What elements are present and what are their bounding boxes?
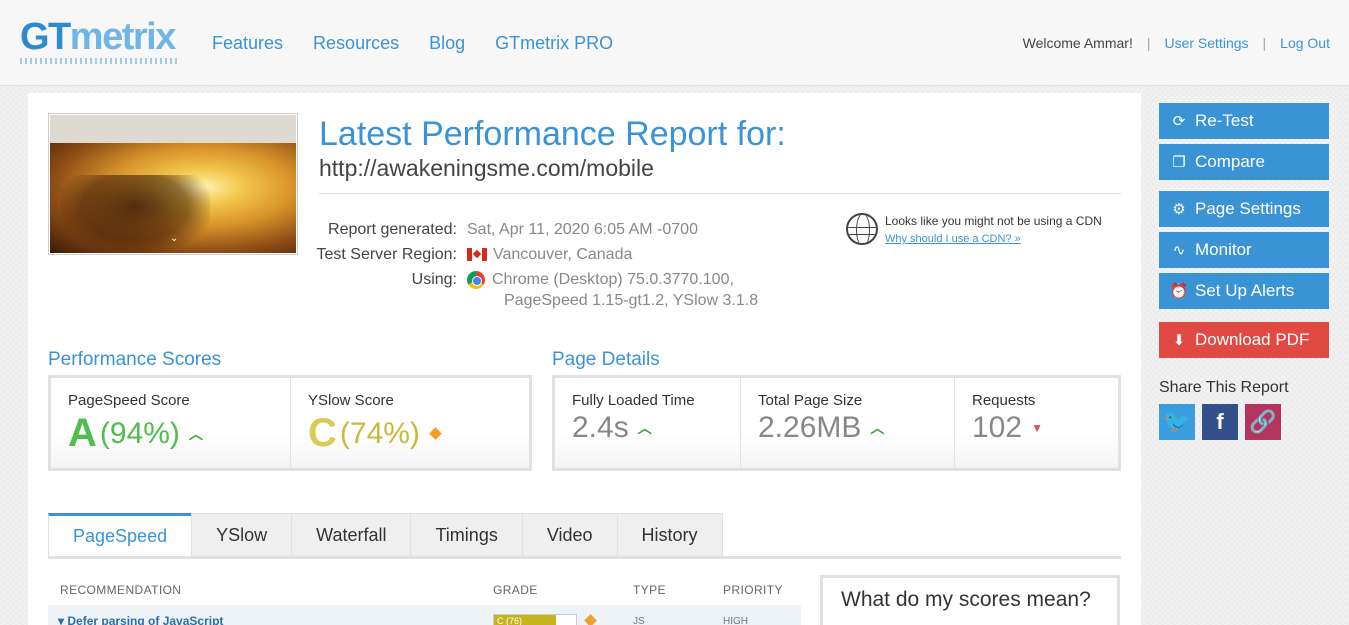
grade-fill: C (76) <box>494 615 557 625</box>
recommendation-name[interactable]: ▾ Defer parsing of JavaScript <box>58 614 223 625</box>
page-settings-button[interactable]: ⚙ Page Settings <box>1159 191 1329 227</box>
nav-features[interactable]: Features <box>212 33 283 54</box>
globe-icon <box>846 213 878 245</box>
generated-value: Sat, Apr 11, 2020 6:05 AM -0700 <box>467 220 698 238</box>
col-priority[interactable]: PRIORITY <box>723 583 783 597</box>
tab-timings[interactable]: Timings <box>410 513 523 557</box>
retest-button[interactable]: ⟳ Re-Test <box>1159 103 1329 139</box>
pdf-icon: ⬇ <box>1172 332 1186 349</box>
cdn-notice: Looks like you might not be using a CDN … <box>846 213 1102 248</box>
trend-down-icon: ▼ <box>1031 421 1043 435</box>
trend-up-icon: ︿ <box>637 420 652 436</box>
chrome-icon <box>467 270 485 289</box>
using-value: Chrome (Desktop) 75.0.3770.100, <box>492 270 734 288</box>
nav-resources[interactable]: Resources <box>313 33 399 54</box>
region-value: Vancouver, Canada <box>493 245 633 263</box>
performance-scores-heading: Performance Scores <box>48 349 222 370</box>
performance-scores-box: PageSpeed Score A (94%) ︿ YSlow Score C … <box>48 375 532 471</box>
report-meta: Report generated: Sat, Apr 11, 2020 6:05… <box>308 217 758 314</box>
report-tabs: PageSpeed YSlow Waterfall Timings Video … <box>48 513 723 557</box>
nav-blog[interactable]: Blog <box>429 33 465 54</box>
page-size-cell: Total Page Size 2.26MB ︿ <box>741 378 955 468</box>
scores-help-box: What do my scores mean? <box>820 575 1120 625</box>
page-size-value: 2.26MB <box>758 411 862 444</box>
separator: | <box>1146 35 1151 51</box>
requests-cell: Requests 102 ▼ <box>955 378 1118 468</box>
page-screenshot-thumbnail[interactable]: ⌄ <box>48 113 298 255</box>
set-up-alerts-button[interactable]: ⏰ Set Up Alerts <box>1159 273 1329 309</box>
yslow-score-label: YSlow Score <box>308 392 394 409</box>
separator: | <box>1262 35 1267 51</box>
scores-help-title: What do my scores mean? <box>841 588 1091 611</box>
pagespeed-percent: (94%) <box>99 416 180 450</box>
pulse-icon: ∿ <box>1172 242 1186 259</box>
fully-loaded-label: Fully Loaded Time <box>572 392 695 409</box>
gtmetrix-logo[interactable]: GTmetrix <box>20 16 176 59</box>
refresh-icon: ⟳ <box>1172 113 1186 130</box>
report-url: http://awakeningsme.com/mobile <box>319 155 654 181</box>
report-panel: ⌄ Latest Performance Report for: http://… <box>28 93 1141 625</box>
share-title: Share This Report <box>1159 379 1289 396</box>
col-recommendation[interactable]: RECOMMENDATION <box>60 583 181 597</box>
tab-history[interactable]: History <box>616 513 723 557</box>
chevron-down-icon: ⌄ <box>170 233 179 244</box>
top-navigation-bar: GTmetrix Features Resources Blog GTmetri… <box>0 0 1349 86</box>
trend-up-icon: ︿ <box>188 425 203 442</box>
twitter-icon[interactable]: 🐦 <box>1159 404 1195 440</box>
canada-flag-icon <box>467 248 487 261</box>
trend-up-icon: ︿ <box>870 420 885 436</box>
fully-loaded-cell: Fully Loaded Time 2.4s ︿ <box>555 378 741 468</box>
logo-ruler-decoration <box>20 58 180 64</box>
pagespeed-score-cell: PageSpeed Score A (94%) ︿ <box>51 378 291 468</box>
requests-label: Requests <box>972 392 1036 409</box>
documents-icon: ❐ <box>1172 154 1186 171</box>
compare-button[interactable]: ❐ Compare <box>1159 144 1329 180</box>
share-buttons: 🐦 f 🔗 <box>1159 404 1329 440</box>
download-pdf-button[interactable]: ⬇ Download PDF <box>1159 322 1329 358</box>
requests-value: 102 <box>972 411 1023 444</box>
pagespeed-score-label: PageSpeed Score <box>68 392 190 409</box>
page-details-heading: Page Details <box>552 349 660 370</box>
using-label: Using: <box>411 270 457 288</box>
table-row[interactable]: ▾ Defer parsing of JavaScript C (76) JS … <box>48 605 801 625</box>
tab-waterfall[interactable]: Waterfall <box>291 513 412 557</box>
tab-video[interactable]: Video <box>521 513 618 557</box>
using-value-line2: PageSpeed 1.15-gt1.2, YSlow 3.1.8 <box>504 292 759 309</box>
fully-loaded-value: 2.4s <box>572 411 629 444</box>
tab-yslow[interactable]: YSlow <box>191 513 293 557</box>
monitor-button[interactable]: ∿ Monitor <box>1159 232 1329 268</box>
yslow-percent: (74%) <box>339 416 420 450</box>
gear-icon: ⚙ <box>1172 201 1186 218</box>
tab-pagespeed[interactable]: PageSpeed <box>48 513 193 557</box>
col-grade[interactable]: GRADE <box>493 583 538 597</box>
cdn-help-link[interactable]: Why should I use a CDN? » <box>885 233 1021 245</box>
priority-value: HIGH <box>723 616 748 625</box>
type-value: JS <box>633 616 645 625</box>
cdn-message: Looks like you might not be using a CDN <box>885 214 1102 228</box>
col-type[interactable]: TYPE <box>633 583 666 597</box>
main-nav: Features Resources Blog GTmetrix PRO <box>212 33 613 54</box>
trend-neutral-icon <box>584 614 597 625</box>
yslow-score-cell: YSlow Score C (74%) <box>291 378 529 468</box>
page-details-box: Fully Loaded Time 2.4s ︿ Total Page Size … <box>552 375 1121 471</box>
facebook-icon[interactable]: f <box>1202 404 1238 440</box>
welcome-text: Welcome Ammar! <box>1022 35 1133 51</box>
log-out-link[interactable]: Log Out <box>1280 35 1330 51</box>
nav-gtmetrix-pro[interactable]: GTmetrix PRO <box>495 33 613 54</box>
region-label: Test Server Region: <box>316 245 457 263</box>
report-title: Latest Performance Report for: <box>319 115 786 153</box>
user-settings-link[interactable]: User Settings <box>1164 35 1248 51</box>
grade-bar: C (76) <box>493 614 577 625</box>
user-bar: Welcome Ammar! | User Settings | Log Out <box>1023 35 1330 51</box>
divider <box>319 193 1121 194</box>
pagespeed-grade: A <box>68 411 97 455</box>
trend-neutral-icon <box>429 427 442 440</box>
page-size-label: Total Page Size <box>758 392 863 409</box>
action-sidebar: ⟳ Re-Test ❐ Compare ⚙ Page Settings ∿ Monito… <box>1159 103 1329 440</box>
generated-label: Report generated: <box>328 220 457 238</box>
link-icon[interactable]: 🔗 <box>1245 404 1281 440</box>
alarm-clock-icon: ⏰ <box>1169 283 1189 300</box>
yslow-grade: C <box>308 411 337 455</box>
tabs-divider <box>48 556 1121 559</box>
